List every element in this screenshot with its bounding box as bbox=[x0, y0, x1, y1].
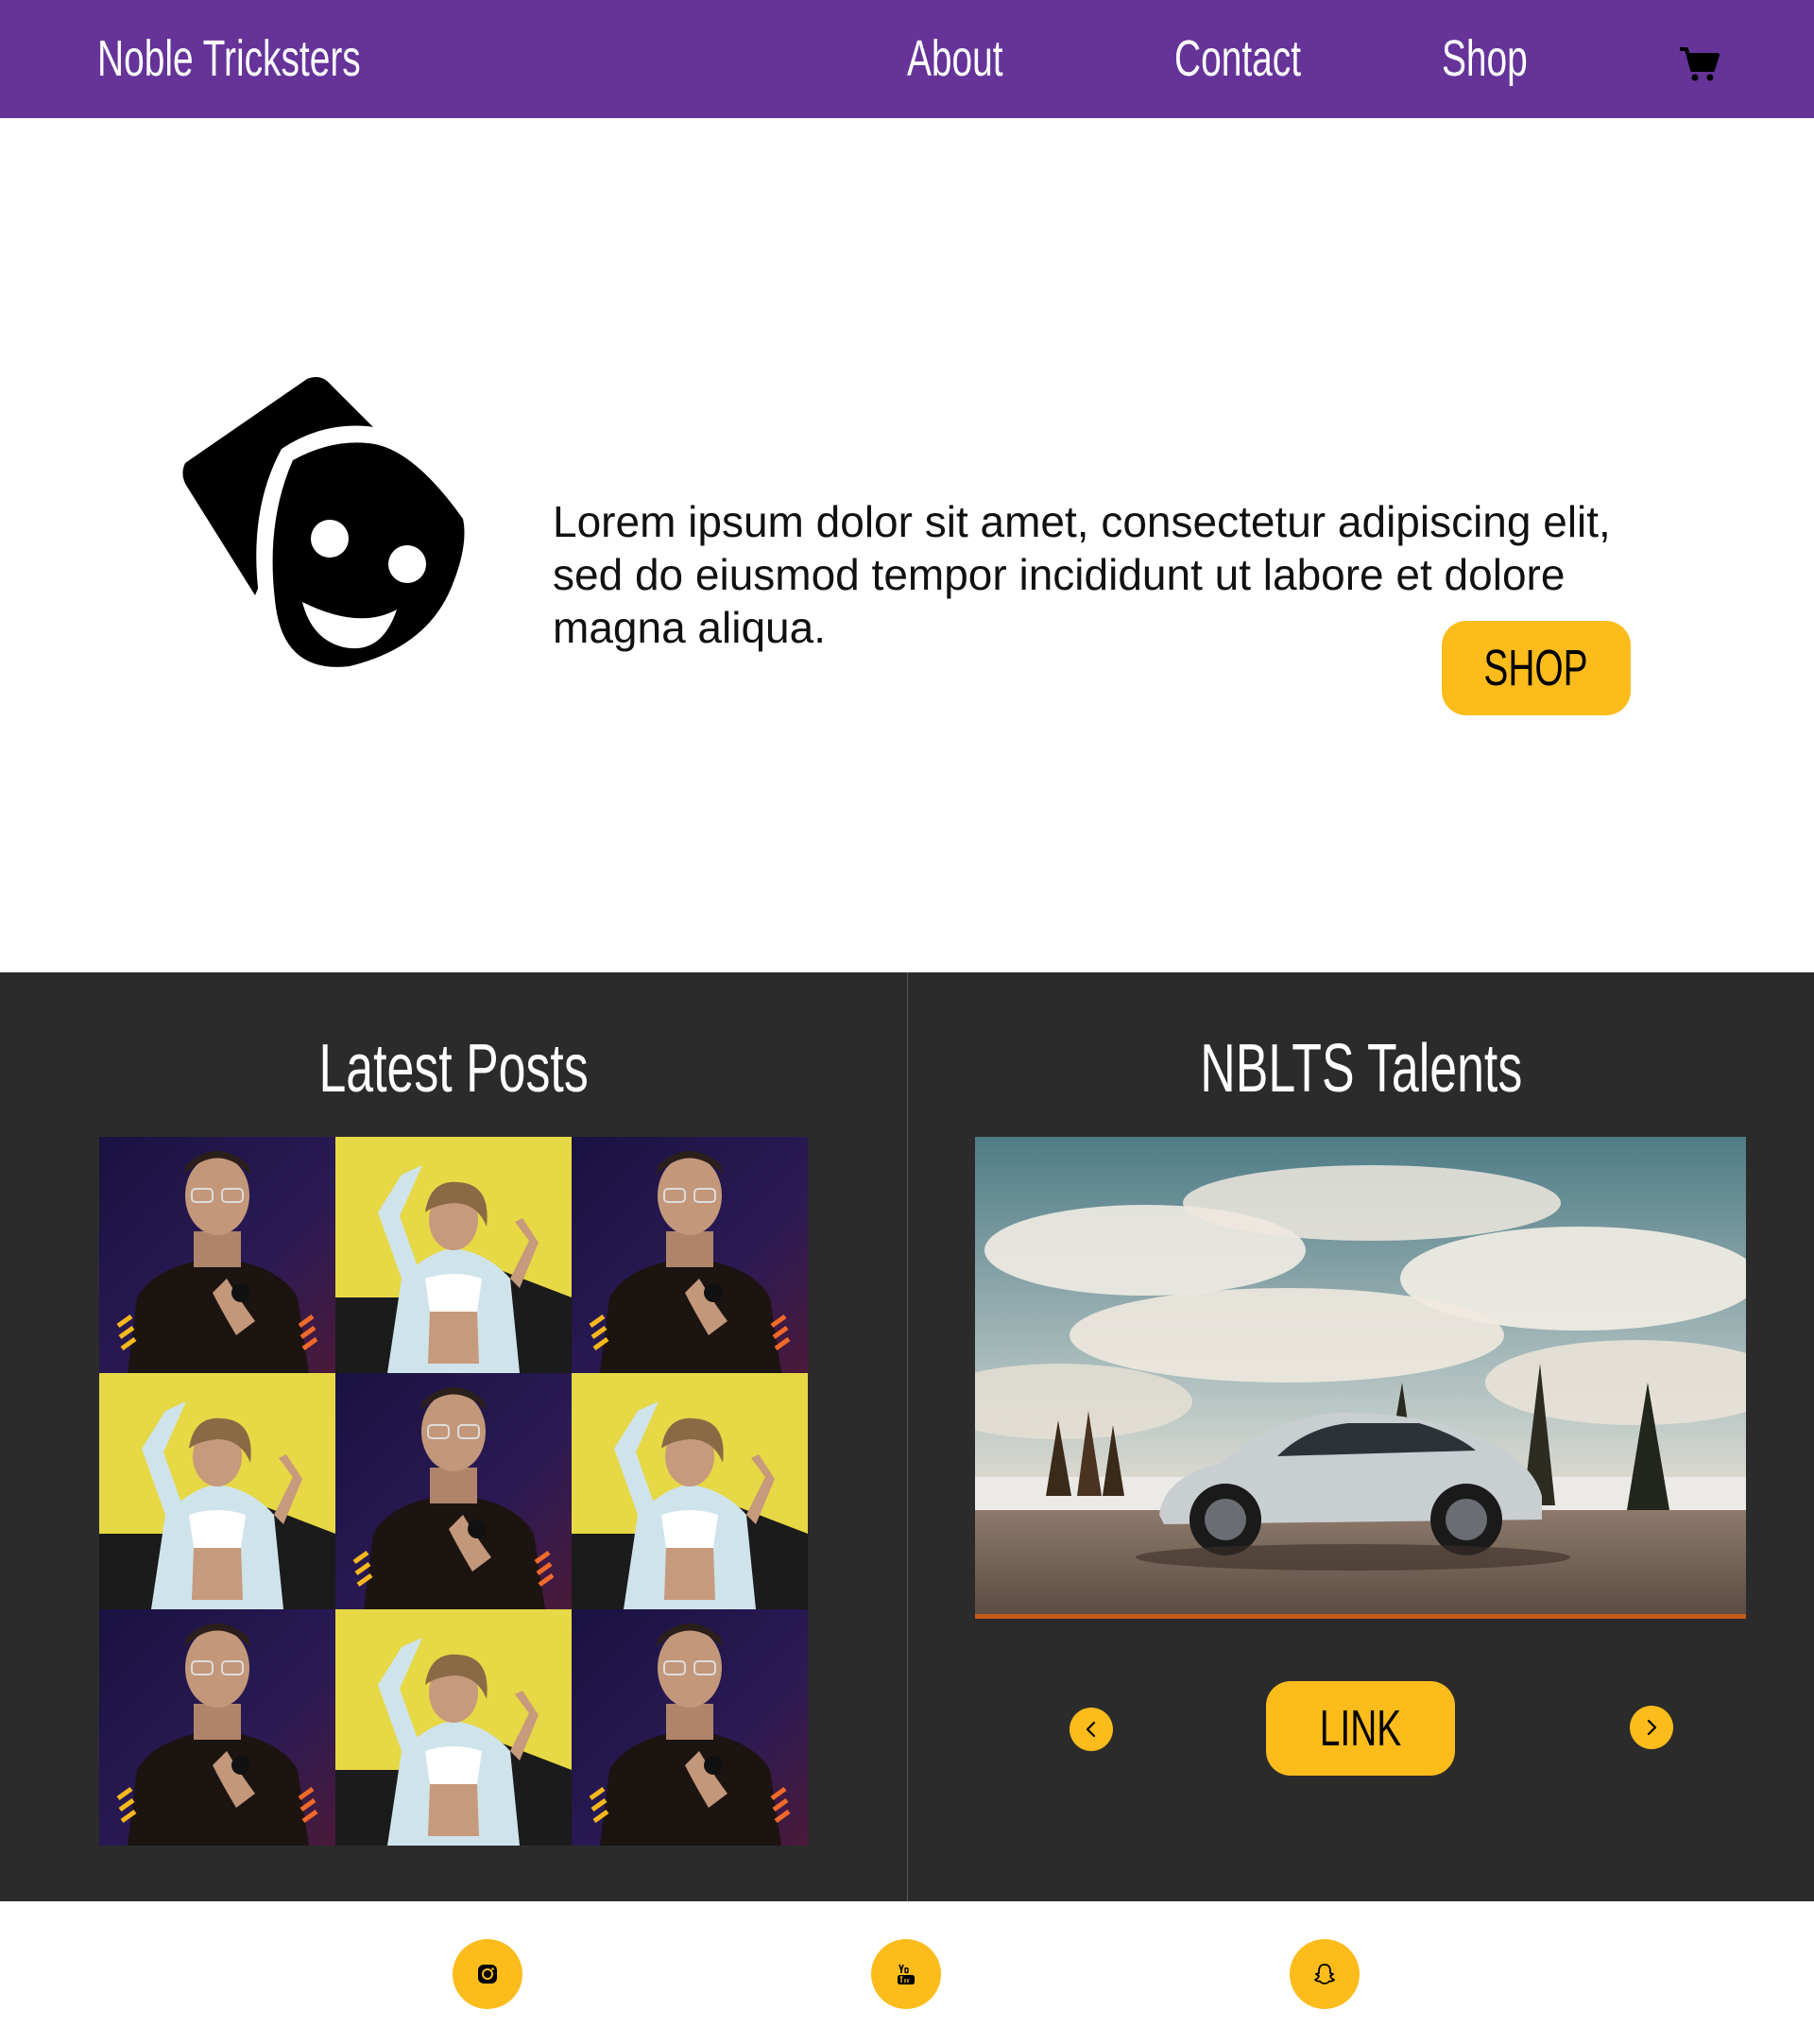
post-thumbnail[interactable] bbox=[335, 1373, 572, 1609]
talent-link-button[interactable]: LINK bbox=[1266, 1681, 1455, 1776]
post-thumbnail[interactable] bbox=[99, 1609, 335, 1846]
footer bbox=[0, 1901, 1814, 2044]
nav-link-shop-label: Shop bbox=[1442, 30, 1528, 87]
post-thumbnail[interactable] bbox=[335, 1137, 572, 1373]
nav-link-about[interactable]: About bbox=[907, 30, 1040, 87]
post-thumbnail[interactable] bbox=[572, 1609, 808, 1846]
post-thumbnail[interactable] bbox=[572, 1373, 808, 1609]
nav-link-about-label: About bbox=[907, 30, 1003, 87]
brand-link[interactable]: Noble Tricksters bbox=[97, 30, 463, 87]
cart-icon[interactable] bbox=[1678, 45, 1720, 83]
nav-link-shop[interactable]: Shop bbox=[1442, 30, 1561, 87]
latest-posts-title: Latest Posts bbox=[0, 1031, 907, 1107]
youtube-link[interactable] bbox=[871, 1939, 941, 2009]
chevron-right-icon bbox=[1647, 1719, 1657, 1736]
carousel-next-button[interactable] bbox=[1630, 1706, 1673, 1749]
link-button-label: LINK bbox=[1319, 1700, 1402, 1757]
post-thumbnail[interactable] bbox=[99, 1137, 335, 1373]
nav-link-contact-label: Contact bbox=[1174, 30, 1301, 87]
column-divider bbox=[907, 972, 908, 1901]
talents-title-text: NBLTS Talents bbox=[1200, 1031, 1522, 1107]
youtube-icon bbox=[898, 1964, 915, 1984]
brand-name: Noble Tricksters bbox=[97, 30, 361, 87]
nav-link-contact[interactable]: Contact bbox=[1174, 30, 1350, 87]
latest-posts-title-text: Latest Posts bbox=[318, 1031, 589, 1107]
talents-title: NBLTS Talents bbox=[908, 1031, 1814, 1107]
content-section: Latest Posts NBLTS Talents LINK bbox=[0, 972, 1814, 1901]
snapchat-icon bbox=[1314, 1964, 1335, 1984]
instagram-link[interactable] bbox=[453, 1939, 522, 2009]
instagram-icon bbox=[478, 1965, 497, 1984]
theater-masks-icon bbox=[180, 373, 501, 685]
latest-posts-grid bbox=[99, 1137, 808, 1846]
post-thumbnail[interactable] bbox=[572, 1137, 808, 1373]
shop-button-label: SHOP bbox=[1483, 640, 1589, 696]
post-thumbnail[interactable] bbox=[99, 1373, 335, 1609]
snapchat-link[interactable] bbox=[1290, 1939, 1360, 2009]
top-navigation-bar: Noble Tricksters About Contact Shop bbox=[0, 0, 1814, 118]
post-thumbnail[interactable] bbox=[335, 1609, 572, 1846]
hero-section: Lorem ipsum dolor sit amet, consectetur … bbox=[0, 118, 1814, 972]
talent-carousel-image bbox=[975, 1137, 1746, 1619]
carousel-prev-button[interactable] bbox=[1070, 1708, 1113, 1751]
chevron-left-icon bbox=[1086, 1721, 1096, 1738]
shop-button[interactable]: SHOP bbox=[1442, 621, 1631, 715]
